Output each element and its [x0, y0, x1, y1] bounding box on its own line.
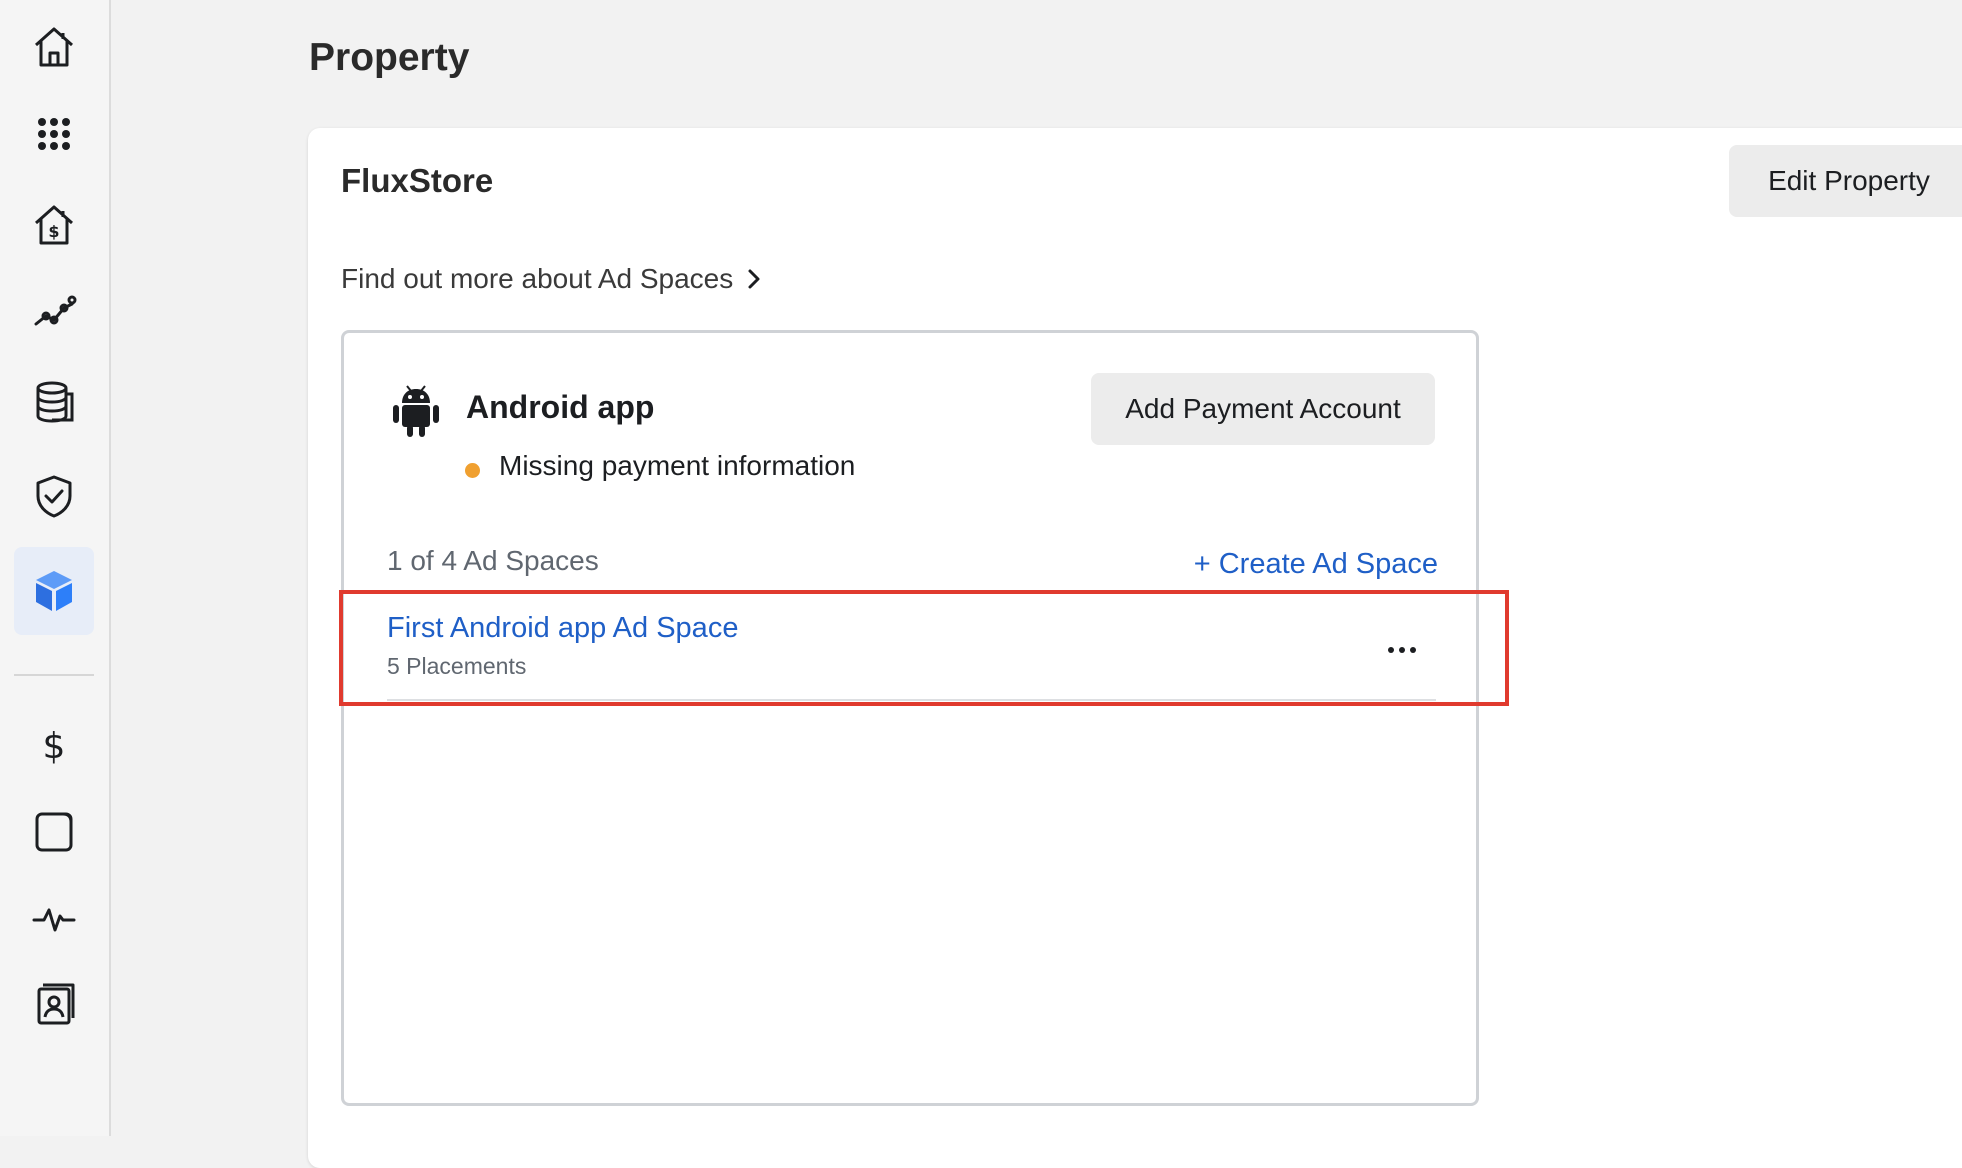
nav-analytics[interactable] [14, 268, 94, 356]
cube-icon [36, 571, 72, 611]
analytics-icon [34, 295, 77, 326]
app-name: Android app [466, 389, 655, 425]
page-title: Property [309, 36, 470, 79]
svg-text:$: $ [48, 222, 59, 241]
monetization-house-icon: $ [35, 205, 73, 245]
learn-more-label: Find out more about Ad Spaces [341, 263, 734, 294]
android-icon [393, 385, 439, 437]
table-row: First Android app Ad Space 5 Placements [387, 603, 1436, 701]
property-name: FluxStore [341, 162, 494, 199]
nav-apps[interactable] [14, 90, 94, 178]
nav-devices[interactable] [14, 787, 94, 875]
ad-space-name-link[interactable]: First Android app Ad Space [387, 612, 738, 645]
chevron-right-icon [748, 269, 760, 289]
nav-activity[interactable] [14, 874, 94, 962]
more-dot [1388, 647, 1394, 653]
contact-card-icon [37, 983, 75, 1025]
tablet-icon [35, 812, 73, 852]
more-dot [1399, 647, 1405, 653]
status-dot [465, 463, 480, 478]
more-options-button[interactable] [1382, 633, 1422, 667]
add-payment-account-button[interactable]: Add Payment Account [1091, 373, 1435, 445]
shield-check-icon [36, 475, 72, 518]
database-icon [36, 381, 74, 423]
more-dot [1410, 647, 1416, 653]
nav-properties[interactable] [14, 547, 94, 635]
create-ad-space-link[interactable]: + Create Ad Space [1194, 548, 1438, 581]
activity-icon [32, 908, 76, 932]
nav-divider [14, 674, 94, 676]
app-panel: Android app Missing payment information … [341, 330, 1479, 1106]
svg-text:$: $ [43, 726, 66, 767]
edit-property-button[interactable]: Edit Property [1729, 145, 1962, 217]
nav-brand-safety[interactable] [14, 452, 94, 540]
nav-contacts[interactable] [14, 960, 94, 1048]
nav-home[interactable] [14, 3, 94, 91]
nav-payments[interactable]: $ [14, 701, 94, 789]
status-text: Missing payment information [499, 450, 856, 481]
ad-spaces-count: 1 of 4 Ad Spaces [387, 545, 599, 576]
property-card: FluxStore Edit Property Find out more ab… [308, 128, 1962, 1168]
ad-space-placements: 5 Placements [387, 653, 527, 679]
nav-monetization[interactable]: $ [14, 181, 94, 269]
dollar-icon: $ [43, 726, 66, 767]
learn-more-link[interactable]: Find out more about Ad Spaces [341, 263, 763, 295]
apps-grid-icon [38, 118, 70, 150]
home-icon [35, 27, 73, 67]
sidebar: $ $ [0, 0, 111, 1136]
nav-database[interactable] [14, 358, 94, 446]
